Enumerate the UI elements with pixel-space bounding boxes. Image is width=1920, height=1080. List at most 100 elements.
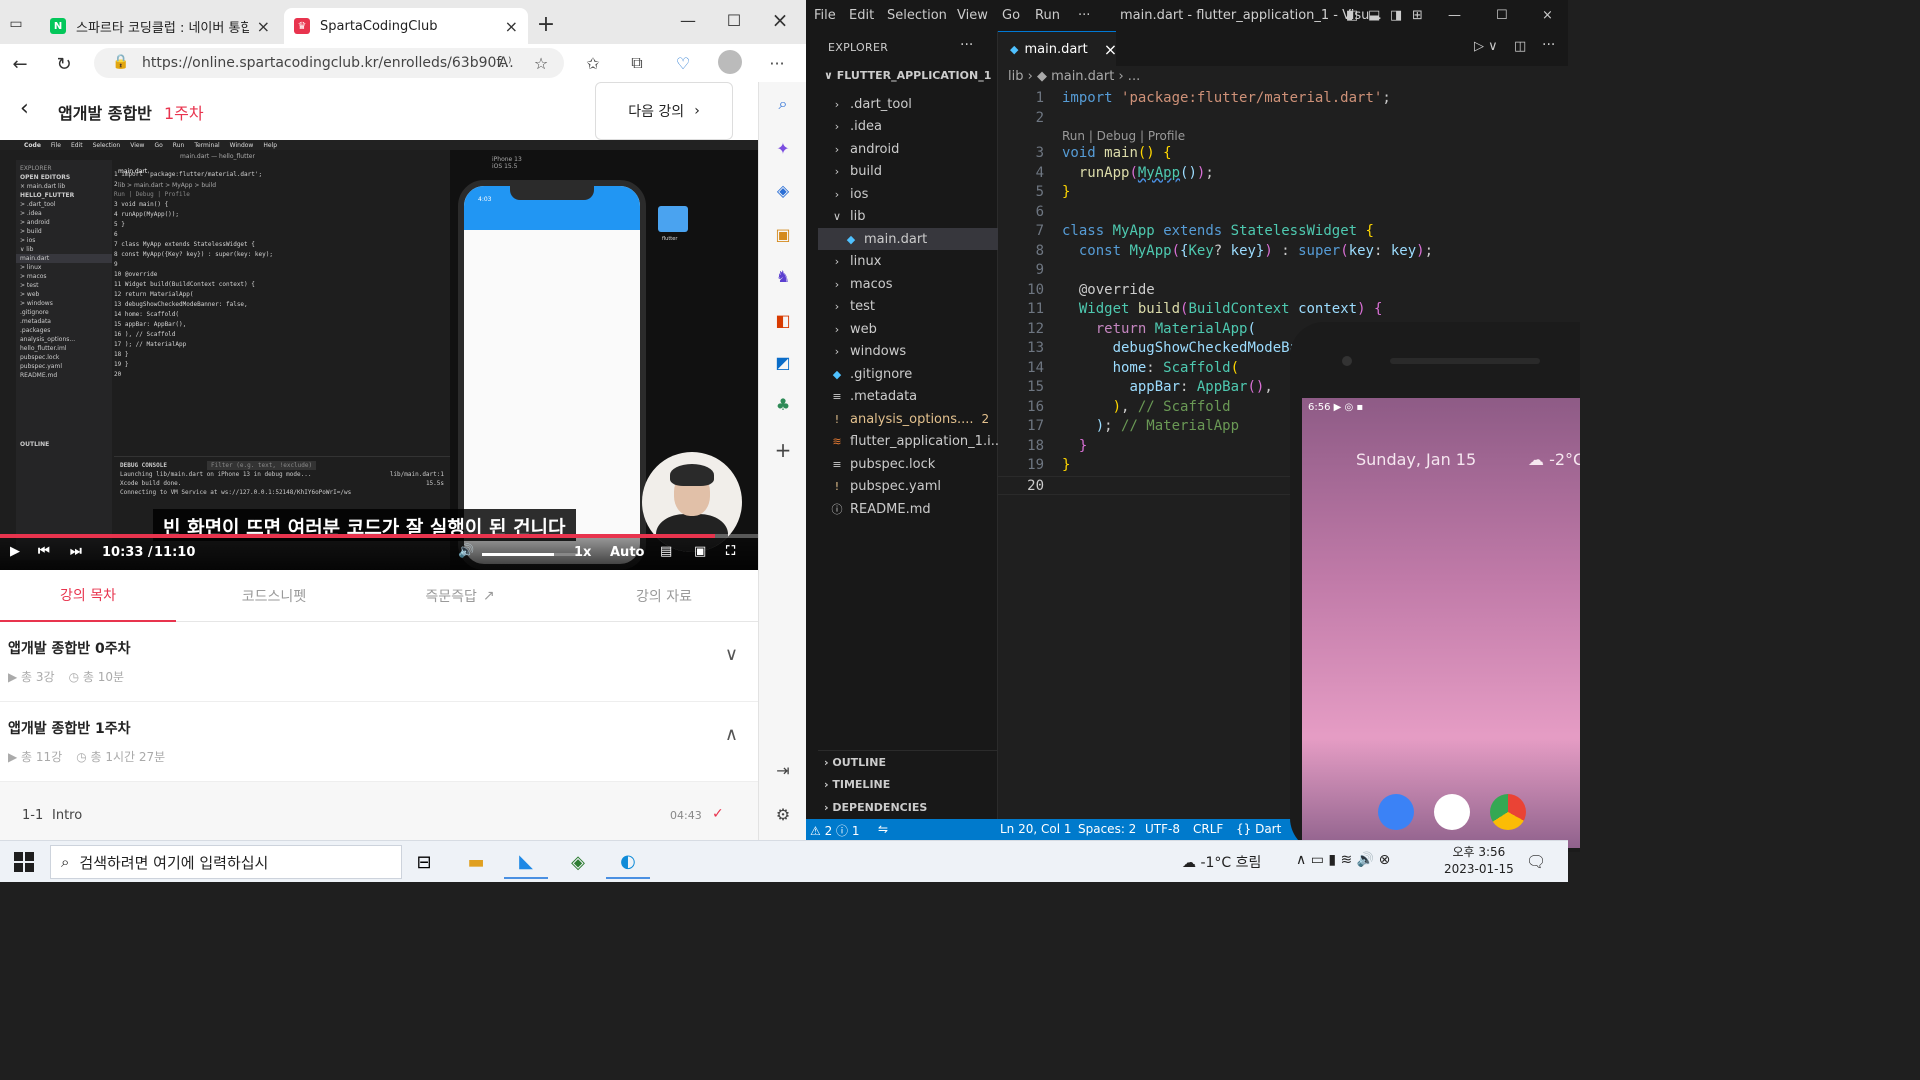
line-ending[interactable]: CRLF (1193, 822, 1223, 836)
add-favorite-icon[interactable]: ☆ (530, 52, 552, 74)
lesson-item[interactable]: 1-1 Intro 04:43 ✓ (0, 782, 758, 840)
maximize-button[interactable]: ☐ (720, 6, 748, 34)
minimize-button[interactable]: — (674, 6, 702, 34)
back-button[interactable]: ← (6, 50, 34, 78)
tree-item[interactable]: › ios (818, 183, 998, 205)
tree-item[interactable]: › web (818, 318, 998, 340)
tab-curriculum[interactable]: 강의 목차 (0, 570, 176, 622)
code-line[interactable]: 2 (998, 109, 1568, 129)
minimize-button[interactable]: — (1448, 8, 1461, 23)
week-section-0[interactable]: 앱개발 종합반 0주차 ▶ 총 3강 ◷ 총 10분 ∨ (0, 622, 758, 702)
tab-actions-icon[interactable]: ▭ (2, 10, 30, 38)
code-line[interactable]: 11 Widget build(BuildContext context) { (998, 300, 1568, 320)
timeline-panel[interactable]: › TIMELINE (824, 778, 890, 791)
encoding[interactable]: UTF-8 (1145, 822, 1180, 836)
chrome-app-icon[interactable] (1490, 794, 1526, 830)
customize-layout-icon[interactable]: ⊞ (1412, 8, 1423, 23)
outlook-icon[interactable]: ◩ (771, 350, 795, 374)
profile-avatar[interactable] (718, 50, 742, 74)
toggle-panel-icon[interactable]: ⬓ (1368, 8, 1380, 23)
play-store-icon[interactable] (1434, 794, 1470, 830)
menu-go[interactable]: Go (1002, 8, 1020, 23)
windows-start-icon[interactable] (14, 852, 34, 872)
close-window-button[interactable]: × (1542, 8, 1553, 23)
toggle-sidebar-icon[interactable]: ◧ (1346, 8, 1358, 23)
close-tab-icon[interactable]: × (1104, 40, 1117, 59)
tools-icon[interactable]: ▣ (771, 222, 795, 246)
tree-item[interactable]: ∨ lib (818, 206, 998, 228)
task-view-icon[interactable]: ⊟ (402, 845, 446, 879)
volume-icon[interactable]: 🔊 (458, 544, 474, 559)
code-line[interactable]: 6 (998, 203, 1568, 223)
close-window-button[interactable]: × (766, 6, 794, 34)
office-icon[interactable]: ◧ (771, 308, 795, 332)
android-studio-icon[interactable]: ◈ (556, 845, 600, 879)
tree-item[interactable]: ≡ .metadata (818, 386, 998, 408)
settings-more-icon[interactable]: ··· (766, 52, 788, 74)
volume-slider[interactable] (482, 553, 578, 556)
tree-icon[interactable]: ♣ (771, 392, 795, 416)
codelens-run-debug[interactable]: Run | Debug | Profile (1062, 129, 1185, 143)
discover-icon[interactable]: ✦ (771, 136, 795, 160)
chevron-up-icon[interactable]: ∧ (725, 724, 738, 745)
weather-widget[interactable]: ☁ -1°C 흐림 (1182, 852, 1261, 872)
back-arrow-icon[interactable]: ‹ (20, 96, 29, 121)
tree-item[interactable]: ≡ pubspec.lock (818, 453, 998, 475)
vscode-taskbar-icon[interactable]: ◣ (504, 845, 548, 879)
browser-essentials-icon[interactable]: ♡ (672, 52, 694, 74)
edge-taskbar-icon[interactable]: ◐ (606, 845, 650, 879)
menu-file[interactable]: File (814, 8, 836, 23)
tree-item[interactable]: ! analysis_options.... 2 (818, 408, 998, 430)
close-tab-icon[interactable]: × (257, 17, 270, 36)
tree-item[interactable]: ◆ main.dart (818, 228, 998, 250)
menu-run[interactable]: Run (1035, 8, 1060, 23)
browser-tab-sparta[interactable]: ♛ SpartaCodingClub × (284, 8, 528, 44)
skip-back-icon[interactable]: ⏮ (38, 544, 50, 559)
code-line[interactable]: 1 import 'package:flutter/material.dart'; (998, 89, 1568, 109)
favorites-icon[interactable]: ✩ (582, 52, 604, 74)
quality-selector[interactable]: Auto (610, 545, 644, 560)
tab-materials[interactable]: 강의 자료 (576, 570, 752, 622)
play-icon[interactable]: ▶ (10, 544, 20, 559)
explorer-more-icon[interactable]: ··· (960, 37, 973, 53)
indentation[interactable]: Spaces: 2 (1078, 822, 1136, 836)
tree-item[interactable]: › test (818, 296, 998, 318)
notification-icon[interactable]: 🗨 (1526, 852, 1546, 871)
breadcrumb[interactable]: lib › ◆ main.dart › ... (1008, 69, 1140, 84)
problems-indicator[interactable]: ⚠ 2 ⓘ 1 (810, 822, 859, 839)
shopping-icon[interactable]: ◈ (771, 178, 795, 202)
split-editor-icon[interactable]: ◫ (1514, 39, 1526, 54)
maximize-button[interactable]: ☐ (1496, 8, 1508, 23)
code-line[interactable]: 8 const MyApp({Key? key}) : super(key: k… (998, 242, 1568, 262)
menu-more[interactable]: ··· (1078, 8, 1090, 23)
skip-forward-icon[interactable]: ⏭ (70, 544, 82, 559)
tree-item[interactable]: › linux (818, 251, 998, 273)
system-tray-icons[interactable]: ∧ ▭ ▮ ≋ 🔊 ⊗ (1296, 852, 1390, 868)
editor-tab-main-dart[interactable]: ◆ main.dart × (998, 31, 1117, 66)
close-tab-icon[interactable]: × (505, 17, 518, 36)
tree-item[interactable]: › android (818, 138, 998, 160)
menu-view[interactable]: View (957, 8, 988, 23)
taskbar-search-box[interactable]: ⌕ 검색하려면 여기에 입력하십시 (50, 845, 402, 879)
search-icon[interactable]: ⌕ (771, 92, 795, 116)
more-actions-icon[interactable]: ··· (1542, 37, 1555, 53)
tab-code-snippets[interactable]: 코드스니펫 (186, 570, 362, 622)
next-lesson-button[interactable]: 다음 강의 › (595, 82, 733, 140)
tree-item[interactable]: › windows (818, 341, 998, 363)
refresh-button[interactable]: ↻ (50, 50, 78, 78)
live-share-icon[interactable]: ⇋ (878, 822, 888, 836)
tree-item[interactable]: › .idea (818, 116, 998, 138)
hide-sidebar-icon[interactable]: ⇥ (771, 758, 795, 782)
language-mode[interactable]: {} Dart (1236, 822, 1281, 836)
code-line[interactable]: 4 runApp(MyApp()); (998, 164, 1568, 184)
code-line[interactable]: 7 class MyApp extends StatelessWidget { (998, 222, 1568, 242)
cursor-position[interactable]: Ln 20, Col 1 (1000, 822, 1072, 836)
code-line[interactable]: 10 @override (998, 281, 1568, 301)
week-section-1[interactable]: 앱개발 종합반 1주차 ▶ 총 11강 ◷ 총 1시간 27분 ∧ (0, 702, 758, 782)
run-icon[interactable]: ▷ ∨ (1474, 39, 1498, 54)
toggle-secondary-sidebar-icon[interactable]: ◨ (1390, 8, 1402, 23)
chevron-down-icon[interactable]: ∨ (725, 644, 738, 665)
browser-tab-naver[interactable]: N 스파르타 코딩클럽 : 네이버 통합 × (40, 8, 280, 44)
messages-app-icon[interactable] (1378, 794, 1414, 830)
tree-item[interactable]: › build (818, 161, 998, 183)
